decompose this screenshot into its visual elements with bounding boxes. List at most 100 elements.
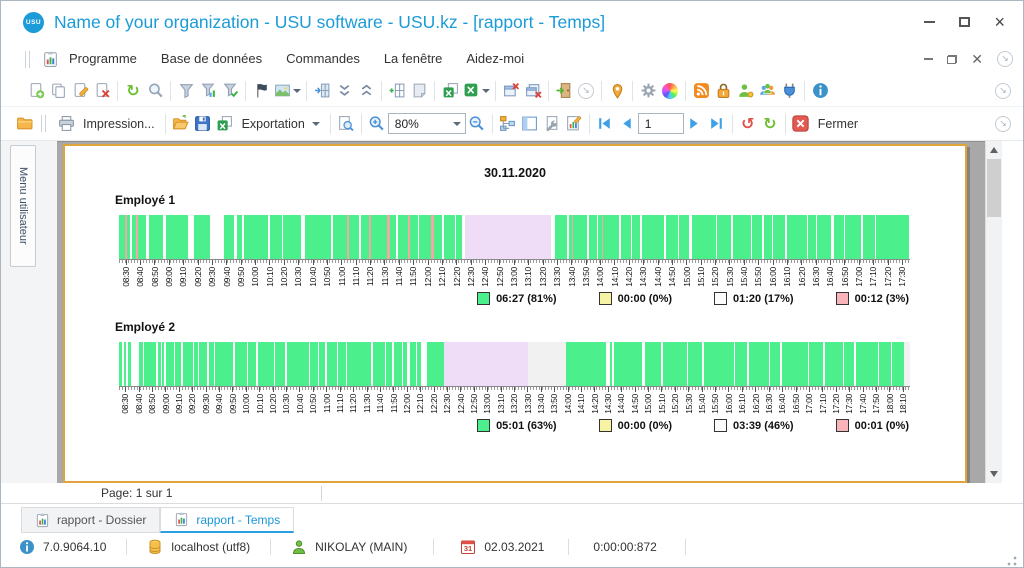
axis-tick-cell: 18:00 (883, 386, 896, 414)
menu-item-4[interactable]: Aidez-moi (466, 51, 524, 66)
bar-segment (149, 215, 164, 259)
zoom-out-icon[interactable] (466, 113, 488, 135)
legend-label: 00:12 (3%) (854, 292, 909, 305)
menu-item-2[interactable]: Commandes (286, 51, 360, 66)
fermer-icon[interactable] (790, 113, 812, 135)
service-wrench-icon[interactable] (541, 113, 563, 135)
menu-item-3[interactable]: La fenêtre (384, 51, 443, 66)
bar-segment (398, 215, 409, 259)
mdi-restore-button[interactable] (947, 54, 958, 64)
toolbar-overflow-icon[interactable]: ↘ (995, 82, 1011, 99)
copy-record-button[interactable] (47, 80, 69, 102)
bar-segment (235, 341, 248, 386)
user-groups-icon[interactable] (756, 80, 778, 102)
scroll-down-icon[interactable] (990, 471, 998, 477)
axis-tick-cell: 10:00 (240, 386, 253, 414)
vertical-scrollbar[interactable] (985, 141, 1002, 483)
user-menu-tab[interactable]: Menu utilisateur (10, 145, 36, 267)
refresh-report-icon[interactable]: ↻ (759, 113, 781, 135)
about-info-icon[interactable] (809, 80, 831, 102)
zoom-combobox[interactable]: 80% (387, 113, 466, 134)
excel-export-icon[interactable] (461, 80, 491, 102)
mdi-minimize-button[interactable] (924, 58, 934, 60)
zoom-in-icon[interactable] (366, 113, 388, 135)
bar-segment (419, 215, 432, 259)
axis-tick-cell: 14:10 (575, 386, 588, 414)
exportation-excel-icon[interactable] (214, 113, 236, 135)
fermer-button[interactable]: Fermer (812, 115, 864, 133)
user-permissions-icon[interactable] (734, 80, 756, 102)
timeline-legend: 06:27 (81%) 00:00 (0%) 01:20 (17%) 00:12 (3… (65, 291, 909, 307)
delete-record-button[interactable] (91, 80, 113, 102)
toolbar-overflow-icon[interactable]: ↘ (995, 115, 1011, 132)
mdi-close-button[interactable]: ✕ (971, 52, 983, 66)
menu-item-1[interactable]: Base de données (161, 51, 262, 66)
toolbar-grip[interactable] (25, 50, 30, 68)
expand-all-icon[interactable] (355, 80, 377, 102)
axis-tick-cell: 12:30 (464, 260, 478, 287)
bar-segment (275, 341, 286, 386)
axis-tick-cell: 12:20 (450, 260, 464, 287)
menu-item-0[interactable]: Programme (69, 51, 137, 66)
insert-column-icon[interactable] (311, 80, 333, 102)
axis-tick-cell: 12:20 (427, 386, 440, 414)
user-menu-folder-icon[interactable] (13, 113, 35, 135)
close-all-windows-icon[interactable] (522, 80, 544, 102)
axis-tick-cell: 08:50 (148, 260, 162, 287)
design-report-icon[interactable] (563, 113, 585, 135)
nav-next-page-button[interactable] (684, 113, 706, 135)
stop-icon[interactable]: ↺ (737, 113, 759, 135)
exportation-button[interactable]: Exportation (236, 115, 326, 133)
collapse-all-icon[interactable] (333, 80, 355, 102)
bar-segment (410, 215, 419, 259)
legend-swatch (835, 292, 849, 306)
color-wheel-icon[interactable] (659, 80, 681, 102)
structure-view-icon[interactable] (497, 113, 519, 135)
database-item: localhost (utf8) (147, 539, 250, 555)
impression-button[interactable]: Impression... (77, 115, 161, 133)
axis-tick-cell: 08:50 (146, 386, 159, 414)
tab-rapport-temps[interactable]: rapport - Temps (160, 507, 295, 533)
bar-segment (704, 341, 735, 386)
print-preview-icon[interactable] (335, 113, 357, 135)
rss-icon[interactable] (690, 80, 712, 102)
filter-icon[interactable] (175, 80, 197, 102)
bar-segment (614, 341, 643, 386)
nav-last-page-button[interactable] (706, 113, 728, 135)
close-button[interactable]: × (994, 13, 1005, 31)
location-pin-icon[interactable] (606, 80, 628, 102)
refresh-icon[interactable]: ↻ (122, 80, 144, 102)
search-icon[interactable] (144, 80, 166, 102)
edit-record-button[interactable] (69, 80, 91, 102)
nav-prev-page-button[interactable] (616, 113, 638, 135)
close-window-icon[interactable] (500, 80, 522, 102)
nav-first-page-button[interactable] (594, 113, 616, 135)
print-icon[interactable] (55, 113, 77, 135)
plugin-icon[interactable] (778, 80, 800, 102)
open-report-icon[interactable] (170, 113, 192, 135)
minimize-button[interactable] (924, 21, 936, 23)
flag-icon[interactable] (250, 80, 272, 102)
scrollbar-thumb[interactable] (987, 159, 1001, 217)
filter-report-icon[interactable] (197, 80, 219, 102)
settings-gear-icon[interactable] (637, 80, 659, 102)
security-lock-icon[interactable] (712, 80, 734, 102)
page-number-input[interactable] (637, 113, 684, 134)
save-report-icon[interactable] (192, 113, 214, 135)
excel-copy-icon[interactable] (439, 80, 461, 102)
panels-view-icon[interactable] (519, 113, 541, 135)
new-record-button[interactable] (25, 80, 47, 102)
note-icon[interactable] (408, 80, 430, 102)
add-column-icon[interactable] (386, 80, 408, 102)
scroll-up-icon[interactable] (990, 147, 998, 153)
axis-tick-cell: 15:00 (642, 386, 655, 414)
axis-tick-cell: 11:00 (335, 260, 349, 287)
tab-rapport-dossier[interactable]: rapport - Dossier (21, 507, 161, 533)
maximize-button[interactable] (959, 17, 971, 27)
filter-check-icon[interactable] (219, 80, 241, 102)
exit-door-icon[interactable] (553, 80, 575, 102)
toolbar-overflow-icon[interactable]: ↘ (997, 51, 1013, 67)
axis-tick-cell: 13:00 (507, 260, 521, 287)
image-picker-icon[interactable] (272, 80, 302, 102)
resize-grip[interactable] (1007, 556, 1017, 566)
